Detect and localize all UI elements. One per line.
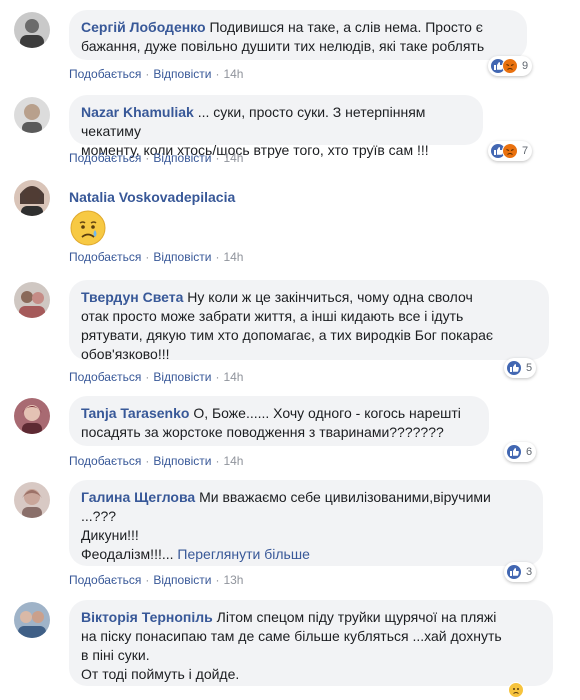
comment-actions: Подобається · Відповісти · 14h — [69, 370, 244, 384]
like-link[interactable]: Подобається — [69, 67, 141, 81]
angry-icon — [502, 143, 518, 159]
like-icon — [506, 444, 522, 460]
reply-link[interactable]: Відповісти — [153, 151, 211, 165]
comment-author[interactable]: Nazar Khamuliak — [81, 104, 194, 120]
comment-time[interactable]: 14h — [223, 67, 243, 81]
comment-author[interactable]: Tanja Tarasenko — [81, 405, 189, 421]
reaction-count: 6 — [526, 446, 533, 458]
reply-link[interactable]: Відповісти — [153, 67, 211, 81]
reply-link[interactable]: Відповісти — [153, 370, 211, 384]
reaction-count: 7 — [522, 145, 529, 157]
comment-bubble: Вікторія Тернопіль Літом спецом піду тру… — [69, 600, 553, 686]
comment-actions: Подобається · Відповісти · 14h — [69, 250, 244, 264]
comment-author[interactable]: Твердун Света — [81, 289, 183, 305]
like-link[interactable]: Подобається — [69, 370, 141, 384]
reply-link[interactable]: Відповісти — [153, 454, 211, 468]
sad-icon — [508, 682, 524, 698]
comment-bubble: Сергій Лободенко Подивишся на таке, а сл… — [69, 10, 527, 60]
avatar[interactable] — [14, 398, 50, 434]
comment-author[interactable]: Сергій Лободенко — [81, 19, 206, 35]
comment-time[interactable]: 13h — [223, 573, 243, 587]
reactions-summary[interactable] — [506, 680, 528, 700]
comment-bubble: Natalia Voskovadepilacia — [69, 188, 369, 207]
comment-bubble: Твердун Света Ну коли ж це закінчиться, … — [69, 280, 549, 362]
comment-author[interactable]: Галина Щеглова — [81, 489, 195, 505]
like-icon — [506, 360, 522, 376]
reaction-count: 3 — [526, 566, 533, 578]
comment-time[interactable]: 14h — [223, 454, 243, 468]
like-icon — [506, 564, 522, 580]
comment-time[interactable]: 14h — [223, 250, 243, 264]
avatar[interactable] — [14, 282, 50, 318]
crying-face-icon — [70, 210, 106, 246]
comment-actions: Подобається · Відповісти · 13h — [69, 573, 244, 587]
avatar[interactable] — [14, 602, 50, 638]
avatar[interactable] — [14, 180, 50, 216]
comment-author[interactable]: Вікторія Тернопіль — [81, 609, 213, 625]
avatar[interactable] — [14, 482, 50, 518]
like-link[interactable]: Подобається — [69, 573, 141, 587]
like-link[interactable]: Подобається — [69, 454, 141, 468]
comment-actions: Подобається · Відповісти · 14h — [69, 454, 244, 468]
comment-actions: Подобається · Відповісти · 14h — [69, 151, 244, 165]
avatar[interactable] — [14, 12, 50, 48]
reply-link[interactable]: Відповісти — [153, 573, 211, 587]
reaction-count: 9 — [522, 60, 529, 72]
reactions-summary[interactable]: 9 — [488, 56, 533, 76]
avatar[interactable] — [14, 97, 50, 133]
comment-author[interactable]: Natalia Voskovadepilacia — [69, 189, 235, 205]
comment-bubble: Галина Щеглова Ми вважаємо себе цивилізо… — [69, 480, 543, 566]
reactions-summary[interactable]: 3 — [504, 562, 537, 582]
see-more-link[interactable]: Переглянути більше — [177, 546, 309, 562]
reaction-count: 5 — [526, 362, 533, 374]
reactions-summary[interactable]: 5 — [504, 358, 537, 378]
like-link[interactable]: Подобається — [69, 250, 141, 264]
comment-time[interactable]: 14h — [223, 151, 243, 165]
reactions-summary[interactable]: 6 — [504, 442, 537, 462]
angry-icon — [502, 58, 518, 74]
comment-time[interactable]: 14h — [223, 370, 243, 384]
reactions-summary[interactable]: 7 — [488, 141, 533, 161]
comment-bubble: Tanja Tarasenko О, Боже...... Хочу одног… — [69, 396, 489, 446]
reply-link[interactable]: Відповісти — [153, 250, 211, 264]
like-link[interactable]: Подобається — [69, 151, 141, 165]
comment-bubble: Nazar Khamuliak ... суки, просто суки. З… — [69, 95, 483, 158]
comment-actions: Подобається · Відповісти · 14h — [69, 67, 244, 81]
